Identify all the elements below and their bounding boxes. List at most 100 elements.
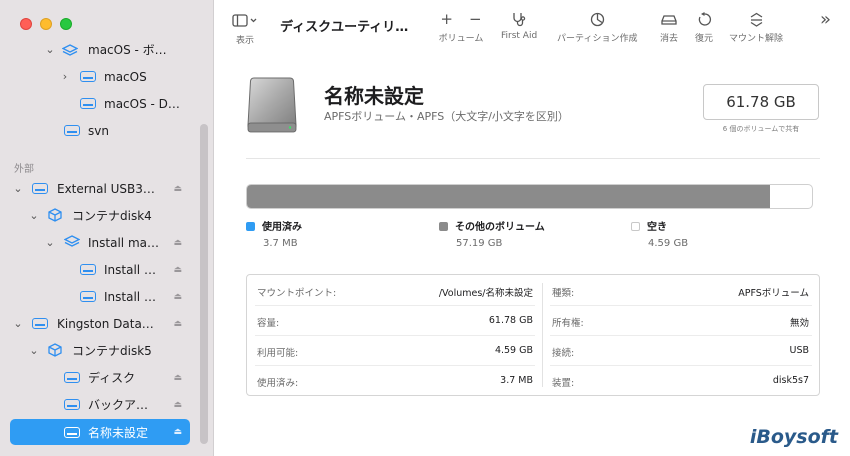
- minimize-window-button[interactable]: [40, 18, 52, 30]
- drive-icon: [80, 98, 96, 109]
- legend-free-value: 4.59 GB: [648, 238, 689, 249]
- sidebar-item-macos-data[interactable]: macOS - Data: [10, 90, 190, 117]
- shared-volumes-note: 6 個のボリュームで共有: [722, 125, 800, 133]
- sidebar-item-container-disk5[interactable]: ⌄ コンテナdisk5: [10, 337, 190, 364]
- eject-icon[interactable]: ⏏: [173, 427, 182, 437]
- eject-icon[interactable]: ⏏: [173, 265, 182, 275]
- volume-size-box: 61.78 GB: [703, 84, 819, 120]
- info-type-value: APFSボリューム: [738, 288, 809, 299]
- info-type-label: 種類:: [552, 288, 575, 299]
- info-ownership-label: 所有権:: [552, 318, 584, 329]
- sidebar-item-external-usb[interactable]: ⌄ External USB3.0 Media ⏏: [10, 175, 190, 202]
- restore-button[interactable]: 復元: [695, 10, 713, 44]
- info-connection-value: USB: [789, 345, 809, 356]
- sidebar-item-macos[interactable]: › macOS: [10, 63, 190, 90]
- drive-icon: [80, 71, 96, 82]
- info-device-value: disk5s7: [772, 375, 809, 386]
- window-controls: [20, 18, 72, 30]
- info-connection-label: 接続:: [552, 348, 575, 359]
- legend-other-value: 57.19 GB: [456, 238, 503, 249]
- chevron-right-icon[interactable]: ›: [59, 70, 71, 83]
- watermark-logo: iBoysoft: [749, 426, 838, 448]
- sidebar-item-install-macos[interactable]: ⌄ Install macOS ⏏: [10, 229, 190, 256]
- drive-icon: [80, 291, 96, 302]
- sidebar-item-label: コンテナdisk5: [72, 344, 152, 358]
- eject-icon[interactable]: ⏏: [173, 400, 182, 410]
- eject-icon[interactable]: ⏏: [173, 238, 182, 248]
- layers-icon: [61, 44, 79, 56]
- header-divider: [246, 158, 820, 159]
- legend-free: 空き 4.59 GB: [631, 218, 688, 249]
- legend-used-swatch: [246, 222, 255, 231]
- volume-button[interactable]: + − ボリューム: [436, 10, 486, 44]
- sidebar-item-label: Install macOS: [88, 235, 164, 250]
- info-device-label: 装置:: [552, 378, 575, 389]
- eject-icon[interactable]: ⏏: [173, 373, 182, 383]
- sidebar-item-label: Kingston DataTraveler: [57, 316, 155, 331]
- stethoscope-icon: [511, 10, 527, 28]
- storage-usage-bar: [246, 184, 813, 209]
- info-mount-point-value: /Volumes/名称未設定: [438, 288, 533, 299]
- sidebar-item-disk[interactable]: ディスク ⏏: [10, 364, 190, 391]
- chevron-down-icon[interactable]: ⌄: [44, 236, 56, 249]
- sidebar-item-install-2[interactable]: Install macOS ⏏: [10, 283, 190, 310]
- sidebar-item-label: macOS - ボリューム: [88, 43, 178, 57]
- partition-button[interactable]: パーティション作成: [557, 10, 637, 44]
- first-aid-button[interactable]: First Aid: [501, 10, 537, 41]
- sidebar-section-external: 外部: [14, 164, 34, 175]
- volume-detail-pane: 名称未設定 APFSボリューム・APFS（大文字/小文字を区別） 61.78 G…: [214, 52, 850, 456]
- legend-other-volumes: その他のボリューム 57.19 GB: [439, 218, 545, 249]
- sidebar-item-label: Install macOS: [104, 289, 156, 304]
- unmount-button[interactable]: マウント解除: [729, 10, 783, 44]
- sidebar-item-install-1[interactable]: Install macOS ⏏: [10, 256, 190, 283]
- usage-segment-other-volumes: [247, 185, 771, 208]
- sidebar-item-untitled-selected[interactable]: 名称未設定 ⏏: [10, 419, 190, 445]
- toolbar: 表示 ディスクユーティリ… + − ボリューム First Aid パーティショ…: [214, 0, 850, 52]
- sidebar-item-macos-volume[interactable]: ⌄ macOS - ボリューム: [10, 36, 190, 63]
- legend-free-swatch: [631, 222, 640, 231]
- eject-icon[interactable]: ⏏: [173, 319, 182, 329]
- info-available-value: 4.59 GB: [494, 345, 533, 356]
- chevron-down-icon[interactable]: ⌄: [44, 43, 56, 56]
- eject-icon[interactable]: ⏏: [173, 184, 182, 194]
- legend-other-swatch: [439, 222, 448, 231]
- legend-used: 使用済み 3.7 MB: [246, 218, 302, 249]
- volume-info-table: マウントポイント: /Volumes/名称未設定 容量: 61.78 GB 利用…: [246, 274, 820, 396]
- sidebar-item-label: コンテナdisk4: [72, 209, 152, 223]
- sidebar-item-label: ディスク: [88, 371, 136, 385]
- minus-icon[interactable]: −: [469, 10, 482, 28]
- drive-icon: [64, 125, 80, 136]
- chevron-down-icon[interactable]: ⌄: [28, 344, 40, 357]
- view-button[interactable]: 表示: [232, 12, 258, 46]
- close-window-button[interactable]: [20, 18, 32, 30]
- sidebar-item-label: External USB3.0 Media: [57, 181, 155, 196]
- sidebar-item-kingston[interactable]: ⌄ Kingston DataTraveler ⏏: [10, 310, 190, 337]
- sidebar-scrollbar[interactable]: [200, 124, 208, 444]
- erase-car-icon: [660, 10, 678, 28]
- zoom-window-button[interactable]: [60, 18, 72, 30]
- sidebar-item-svn[interactable]: svn: [10, 117, 190, 144]
- info-capacity-label: 容量:: [257, 318, 280, 329]
- sidebar-item-backup[interactable]: バックアップ ⏏: [10, 391, 190, 418]
- eject-icon[interactable]: ⏏: [173, 292, 182, 302]
- chevron-down-icon[interactable]: ⌄: [28, 209, 40, 222]
- chevron-double-right-icon: »: [820, 8, 832, 30]
- sidebar-toggle-icon: [232, 12, 258, 30]
- sidebar-item-label: macOS - Data: [104, 96, 184, 111]
- chevron-down-icon[interactable]: ⌄: [12, 182, 24, 195]
- info-used-value: 3.7 MB: [500, 375, 533, 386]
- plus-icon[interactable]: +: [440, 10, 453, 28]
- partition-pie-icon: [590, 10, 605, 28]
- chevron-down-icon[interactable]: ⌄: [12, 317, 24, 330]
- toolbar-overflow-button[interactable]: »: [820, 8, 832, 30]
- sidebar-item-label: 名称未設定: [88, 425, 149, 440]
- erase-button[interactable]: 消去: [660, 10, 678, 44]
- drive-icon: [64, 427, 80, 438]
- cube-icon: [48, 343, 64, 357]
- info-capacity-value: 61.78 GB: [488, 315, 533, 326]
- sidebar: ⌄ macOS - ボリューム › macOS macOS - Data svn…: [0, 0, 214, 456]
- sidebar-item-container-disk4[interactable]: ⌄ コンテナdisk4: [10, 202, 190, 229]
- volume-format: APFSボリューム・APFS（大文字/小文字を区別）: [324, 110, 569, 123]
- sidebar-item-label: Install macOS: [104, 262, 156, 277]
- info-available-label: 利用可能:: [257, 348, 299, 359]
